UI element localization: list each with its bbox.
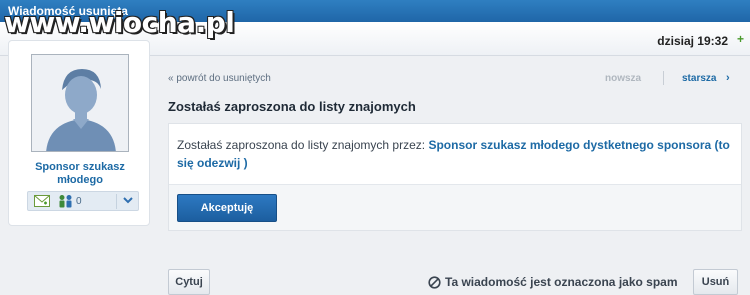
quote-button[interactable]: Cytuj: [168, 269, 210, 295]
message-subject: Zostałaś zaproszona do listy znajomych: [168, 99, 416, 114]
friends-count: 0: [76, 196, 82, 207]
divider: [116, 194, 117, 209]
message-body-prefix: Zostałaś zaproszona do listy znajomych p…: [177, 138, 429, 152]
add-contact-icon[interactable]: +: [737, 32, 744, 46]
avatar-placeholder-icon: [32, 55, 128, 151]
site-watermark: www.wiocha.pl: [4, 6, 235, 39]
newer-message-link: nowsza: [605, 73, 642, 84]
spam-blocked-icon: [428, 276, 441, 289]
message-body-box: Zostałaś zaproszona do listy znajomych p…: [168, 123, 742, 231]
profile-actions-bar: 0: [27, 191, 139, 211]
spam-status-text: Ta wiadomość jest oznaczona jako spam: [445, 275, 678, 289]
delete-button[interactable]: Usuń: [693, 269, 738, 295]
nav-divider: [663, 71, 664, 85]
chevron-down-icon[interactable]: [122, 194, 134, 206]
back-to-deleted-link[interactable]: « powrót do usuniętych: [168, 73, 271, 84]
older-message-link[interactable]: starsza: [682, 73, 716, 84]
envelope-icon[interactable]: [34, 195, 50, 207]
chevron-right-icon[interactable]: ›: [726, 72, 730, 84]
sender-name[interactable]: Sponsor szukasz młodego: [13, 161, 147, 187]
accept-button[interactable]: Akceptuję: [177, 194, 277, 222]
message-footer: Cytuj Ta wiadomość jest oznaczona jako s…: [160, 260, 750, 295]
avatar[interactable]: [31, 54, 129, 152]
message-actions: Akceptuję: [169, 184, 741, 230]
people-icon[interactable]: [58, 194, 74, 208]
message-body: Zostałaś zaproszona do listy znajomych p…: [177, 136, 737, 172]
sender-profile-card: Sponsor szukasz młodego 0: [8, 40, 150, 226]
message-datetime: dzisiaj 19:32: [657, 34, 728, 48]
